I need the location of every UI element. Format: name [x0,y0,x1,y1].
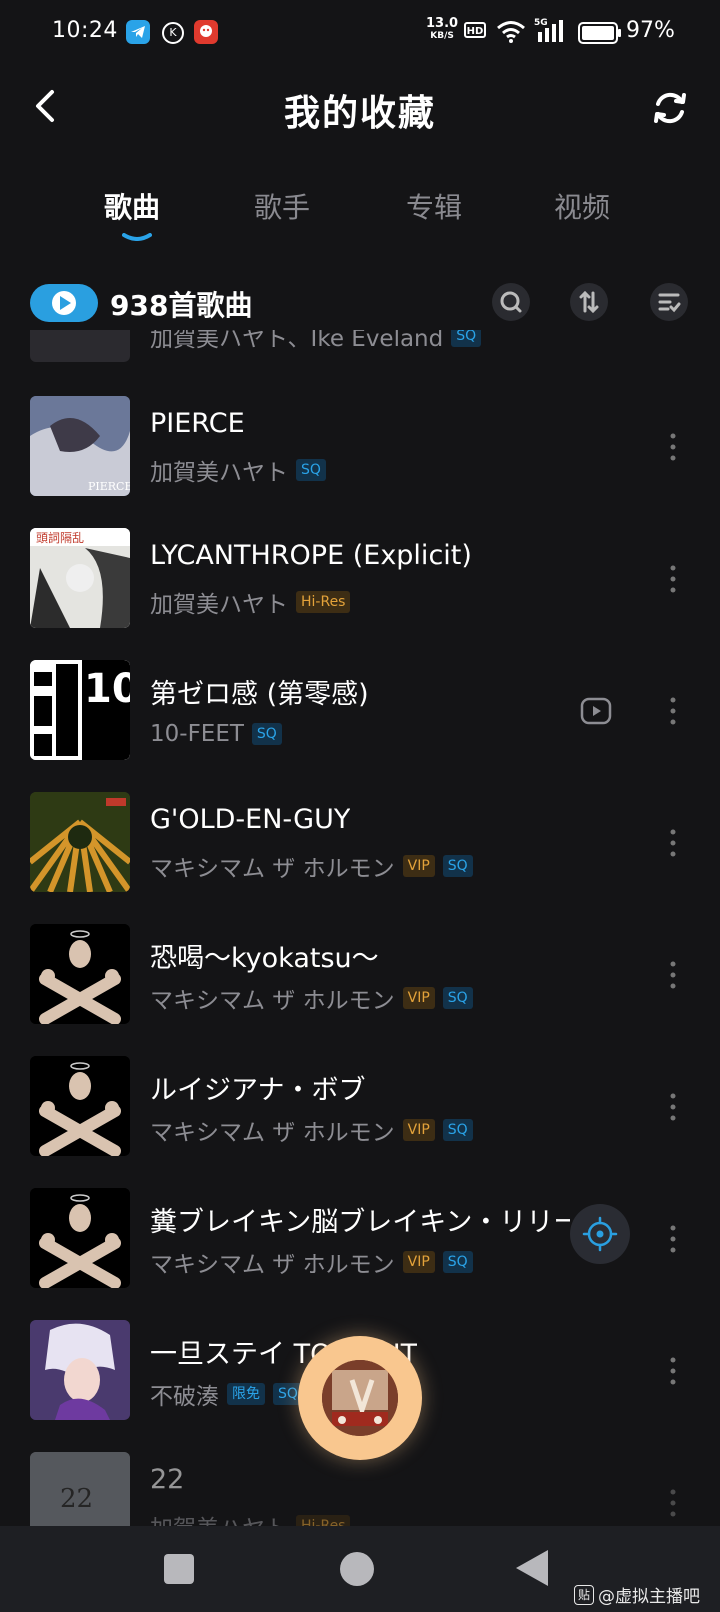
album-cover [30,792,130,892]
song-artist: 加賀美ハヤト [150,460,288,486]
back-triangle-icon[interactable] [516,1550,550,1590]
now-playing-button[interactable] [298,1336,422,1460]
k-icon: K [162,22,184,44]
more-options-icon[interactable] [666,958,680,992]
list-item[interactable]: 10 第ゼロ感 (第零感) 10-FEET SQ [0,660,720,792]
quality-badge: SQ [442,855,473,877]
more-options-icon[interactable] [666,826,680,860]
quality-badge: SQ [251,723,282,745]
vip-badge: VIP [402,855,435,877]
quality-badge: SQ [451,330,482,347]
song-artist: 不破湊 [150,1384,219,1410]
song-artist: マキシマム ザ ホルモン [150,856,395,882]
album-cover [30,1188,130,1288]
list-item[interactable]: PIERCE PIERCE 加賀美ハヤト SQ [0,396,720,528]
svg-text:PIERCE: PIERCE [88,480,130,493]
more-options-icon[interactable] [666,1090,680,1124]
list-item[interactable]: 加賀美ハヤト、Ike Eveland SQ [0,330,720,394]
album-cover [30,1056,130,1156]
wifi-icon [496,20,526,48]
song-artist: 加賀美ハヤト、Ike Eveland [150,330,444,352]
signal-icon: 5G [534,18,568,48]
song-title: 第ゼロ感 (第零感) [150,679,369,710]
song-artist: マキシマム ザ ホルモン [150,988,395,1014]
more-options-icon[interactable] [666,694,680,728]
watermark-logo: 贴 [574,1584,594,1605]
album-cover: 10 [30,660,130,760]
song-title: 22 [150,1464,185,1495]
net-speed: 13.0 KB/S [426,16,459,41]
list-item[interactable]: 恐喝～kyokatsu～ マキシマム ザ ホルモン VIP SQ [0,924,720,1056]
more-options-icon[interactable] [666,1486,680,1520]
multi-select-icon[interactable] [650,283,688,321]
free-badge: 限免 [227,1383,265,1405]
quality-badge: SQ [442,1251,473,1273]
battery-icon [578,22,622,48]
play-all-button[interactable] [30,284,98,322]
home-circle-icon[interactable] [340,1552,374,1590]
quality-badge: SQ [442,987,473,1009]
tab-albums[interactable]: 专辑 [406,186,462,226]
album-cover: PIERCE [30,396,130,496]
quality-badge: Hi-Res [296,1515,351,1526]
now-playing-disc-icon [322,1360,398,1436]
list-item[interactable]: G'OLD-EN-GUY マキシマム ザ ホルモン VIP SQ [0,792,720,924]
song-title: 糞ブレイキン脳ブレイキン・リリー [150,1207,570,1238]
status-time: 10:24 [52,18,118,43]
song-title: 恐喝～kyokatsu～ [150,943,379,974]
quality-badge: Hi-Res [296,591,351,613]
album-cover [30,924,130,1024]
album-cover [30,1320,130,1420]
album-cover [30,330,130,362]
song-title: ルイジアナ・ボブ [150,1075,366,1106]
list-item[interactable]: ルイジアナ・ボブ マキシマム ザ ホルモン VIP SQ [0,1056,720,1188]
list-item[interactable]: 頭詞隔乱 LYCANTHROPE (Explicit) 加賀美ハヤト Hi-Re… [0,528,720,660]
watermark: 贴 @虚拟主播吧 [574,1582,700,1607]
recent-apps-square-icon[interactable] [164,1554,194,1588]
more-options-icon[interactable] [666,1354,680,1388]
song-artist: マキシマム ザ ホルモン [150,1120,395,1146]
music-video-icon[interactable] [580,696,612,726]
status-bar: 10:24 K 13.0 KB/S HD 5G 97% [0,0,720,66]
song-title: PIERCE [150,408,245,439]
tab-indicator [122,226,152,241]
sort-icon[interactable] [570,283,608,321]
song-title: G'OLD-EN-GUY [150,804,351,835]
watermark-text: @虚拟主播吧 [598,1587,700,1607]
more-options-icon[interactable] [666,1222,680,1256]
song-artist: マキシマム ザ ホルモン [150,1252,395,1278]
list-item[interactable]: 22 22 加賀美ハヤト Hi-Res [0,1452,720,1526]
svg-text:22: 22 [60,1484,93,1514]
song-count: 938首歌曲 [110,289,253,322]
tab-videos[interactable]: 视频 [554,186,610,226]
tab-songs[interactable]: 歌曲 [104,186,160,226]
album-cover: 頭詞隔乱 [30,528,130,628]
refresh-icon[interactable] [650,88,690,128]
quality-badge: SQ [296,459,326,481]
song-artist: 加賀美ハヤト [150,1509,288,1526]
app-red-icon [194,20,218,44]
vip-badge: VIP [402,1119,435,1141]
song-title: LYCANTHROPE (Explicit) [150,540,472,571]
svg-text:10: 10 [84,666,130,712]
search-icon[interactable] [492,283,530,321]
more-options-icon[interactable] [666,562,680,596]
hd-badge: HD [464,22,486,38]
album-cover: 22 [30,1452,130,1526]
vip-badge: VIP [402,987,435,1009]
tab-artists[interactable]: 歌手 [254,186,310,226]
locate-crosshair-icon[interactable] [570,1204,630,1264]
more-options-icon[interactable] [666,430,680,464]
quality-badge: SQ [442,1119,473,1141]
song-artist: 加賀美ハヤト [150,592,288,618]
telegram-icon [126,20,150,44]
battery-percent: 97% [626,18,675,43]
svg-text:頭詞隔乱: 頭詞隔乱 [36,531,84,545]
page-title: 我的收藏 [283,93,436,134]
vip-badge: VIP [402,1251,435,1273]
song-artist: 10-FEET [150,721,244,747]
